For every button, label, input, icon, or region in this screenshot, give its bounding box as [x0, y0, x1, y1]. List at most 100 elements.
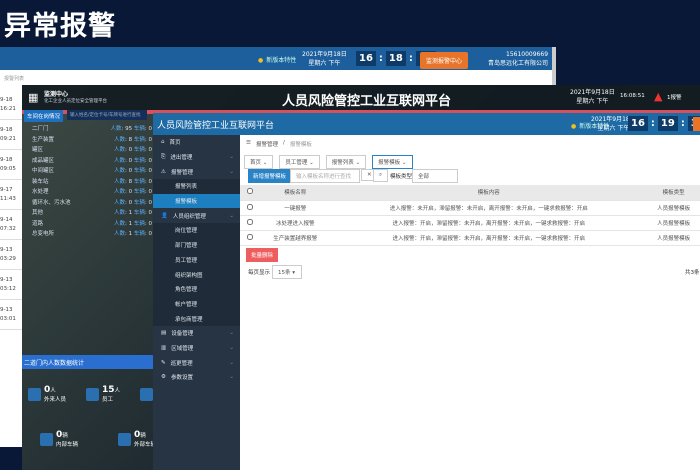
sidebar-item[interactable]: ⌂ 首页 — [153, 135, 240, 150]
chevron-icon: ⌄ — [229, 344, 234, 351]
area-row[interactable]: 生产装置 人数: 8 车辆: 0 — [22, 135, 152, 146]
sidebar-label: 参数设置 — [170, 375, 193, 382]
sidebar-item[interactable]: ▤ 设备管理 ⌄ — [153, 326, 240, 341]
page-size-select[interactable]: 15条 ▾ — [272, 265, 302, 279]
back-breadcrumb: 报警列表 — [4, 76, 25, 82]
area-row[interactable]: 循环水、污水池 人数: 0 车辆: 0 — [22, 198, 152, 209]
row-checkbox[interactable] — [247, 203, 253, 210]
area-row[interactable]: 二厂门 人数: 95 车辆: 0 — [22, 124, 152, 135]
area-row[interactable]: 水处理 人数: 0 车辆: 0 — [22, 187, 152, 198]
date-item[interactable]: 9-18 09:05 — [0, 150, 22, 180]
area-row[interactable]: 道路 人数: 1 车辆: 0 — [22, 219, 152, 230]
car-label: 车辆 — [133, 210, 145, 216]
date-item[interactable]: 9-18 09:21 — [0, 120, 22, 150]
area-name: 成品罐区 — [32, 157, 55, 164]
sidebar-item[interactable]: ▥ 区域管理 ⌄ — [153, 341, 240, 356]
add-template-button[interactable]: 新增报警模板 — [248, 169, 292, 183]
sidebar-item[interactable]: 帐户管理 — [153, 296, 240, 312]
car-label: 车辆 — [133, 136, 145, 143]
sidebar-item[interactable]: 承包商管理 — [153, 311, 240, 326]
grid-icon[interactable]: ▦ — [28, 91, 38, 104]
tab[interactable]: 报警模板 ⌄ — [372, 155, 413, 169]
sidebar-item[interactable]: ⎘ 进出管理 ⌄ — [153, 150, 240, 165]
date-item[interactable]: 9-17 11:43 — [0, 180, 22, 210]
date-item[interactable]: 9-18 16:21 — [0, 90, 22, 120]
sidebar-item[interactable]: 👤 人员组织管理 ⌄ — [153, 208, 240, 223]
row-content: 进入报警：未开启，滞留报警：未开启，离开报警：未开启，一键求救报警：开启 — [330, 200, 648, 216]
area-counts: 人数: 0 车辆: 0 — [114, 168, 152, 174]
person-icon — [140, 387, 154, 401]
area-row[interactable]: 罐区 人数: 0 车辆: 0 — [22, 145, 152, 156]
area-counts: 人数: 8 车辆: 0 — [114, 178, 152, 185]
table-row[interactable]: 一键报警 进入报警：未开启，滞留报警：未开启，离开报警：未开启，一键求救报警：开启… — [240, 200, 700, 216]
sidebar-item[interactable]: 报警模板 — [153, 193, 240, 209]
sidebar-item[interactable]: ⚠ 报警管理 ⌄ — [153, 164, 240, 179]
total-count: 共3条 — [685, 270, 700, 276]
version-link[interactable]: 新版本特性 — [258, 55, 296, 64]
area-counts: 人数: 0 车辆: 0 — [114, 189, 153, 195]
menu-toggle-icon[interactable]: ☰ — [246, 140, 251, 148]
area-name: 循环水、污水池 — [32, 199, 71, 206]
row-checkbox[interactable] — [247, 233, 253, 240]
car-label: 车辆 — [133, 168, 145, 174]
row-type: 人员报警模板 — [647, 200, 700, 216]
people-label: 人数 — [114, 210, 126, 216]
area-row[interactable]: 成品罐区 人数: 0 车辆: 0 — [22, 156, 152, 167]
area-name: 中间罐区 — [32, 168, 55, 174]
sidebar-item[interactable]: 岗位管理 — [153, 223, 240, 238]
date-item[interactable]: 9-13 03:01 — [0, 300, 22, 330]
people-count: 1 — [128, 231, 133, 237]
people-count: 1 — [128, 210, 133, 216]
tab[interactable]: 首页 ⌄ — [244, 155, 274, 169]
table-row[interactable]: 冰处理进入报警 进入报警：开启，滞留报警：未开启，离开报警：未开启，一键求救报警：… — [240, 215, 700, 231]
car-label: 车辆 — [133, 157, 145, 164]
center-name: 监测中心 — [44, 91, 69, 98]
sidebar-item[interactable]: 报警列表 — [153, 179, 240, 194]
sidebar-item[interactable]: ⚙ 参数设置 ⌄ — [153, 370, 240, 385]
table-row[interactable]: 生产装置越界报警 进入报警：开启，滞留报警：未开启，离开报警：未开启，一键求救报警… — [240, 230, 700, 246]
people-count: 8 — [128, 178, 133, 185]
area-row[interactable]: 其他 人数: 1 车辆: 0 — [22, 208, 152, 219]
sidebar-item[interactable]: 员工管理 — [153, 252, 240, 268]
search-icon[interactable]: ⌕ — [373, 169, 389, 182]
device-icon: ▤ — [161, 330, 167, 337]
date-item[interactable]: 9-13 03:12 — [0, 270, 22, 300]
select-all-checkbox[interactable] — [247, 188, 253, 195]
type-select[interactable]: 全部 — [412, 169, 458, 183]
area-list: 二厂门 人数: 95 车辆: 0 生产装置 人数: 8 车辆: 0 罐区 人数: 0 车辆… — [22, 124, 152, 240]
vehicle-stat: 0辆 外部车辆 — [118, 430, 156, 448]
date-item[interactable]: 9-13 03:29 — [0, 240, 22, 270]
people-count: 95 — [125, 126, 133, 132]
batch-delete-button[interactable]: 批量删除 — [246, 248, 279, 262]
vehicle-icon — [40, 432, 53, 446]
people-count: 0 — [128, 147, 133, 153]
car-count: 0 — [148, 189, 153, 195]
area-row[interactable]: 中间罐区 人数: 0 车辆: 0 — [22, 166, 152, 177]
tab[interactable]: 报警列表 ⌄ — [325, 155, 367, 169]
sidebar-item[interactable]: 角色管理 — [153, 281, 240, 297]
sidebar-item[interactable]: 组织架构图 — [153, 267, 240, 282]
area-row[interactable]: 装车站 人数: 8 车辆: 0 — [22, 177, 152, 188]
people-count: 0 — [128, 199, 133, 206]
tab-bar: 首页 ⌄ 员工管理 ⌄ 报警列表 ⌄ 报警模板 ⌄ — [244, 155, 413, 169]
tab[interactable]: 员工管理 ⌄ — [279, 155, 320, 169]
area-name: 罐区 — [32, 147, 44, 153]
date-item[interactable]: 9-14 07:32 — [0, 210, 22, 240]
workshop-tab[interactable]: 车间在岗情况 — [24, 110, 64, 122]
account-menu[interactable]: 15610009669 青岛思远化工有限公司 — [488, 50, 548, 68]
sidebar-label: 角色管理 — [175, 287, 198, 294]
search-input[interactable]: 输入模板名称进行查找 — [290, 169, 360, 183]
area-row[interactable]: 总变电所 人数: 1 车辆: 0 — [22, 229, 152, 240]
alarm-count[interactable]: 1报警 — [667, 93, 682, 101]
sidebar-item[interactable]: ✎ 巡更管理 ⌄ — [153, 355, 240, 370]
sidebar-item[interactable]: 部门管理 — [153, 237, 240, 253]
area-counts: 人数: 1 车辆: 0 — [114, 220, 152, 227]
alarm-center-button[interactable]: 监测报警中心 — [420, 52, 469, 69]
alarm-center-button-edge[interactable] — [693, 117, 700, 131]
mid-search-input[interactable]: 输入姓名/定位卡号/车牌号进行查找 — [67, 110, 147, 120]
content: ☰ 报警管理 / 报警模板 首页 ⌄ 员工管理 ⌄ 报警列表 ⌄ 报警模板 ⌄ 新增报警模板… — [240, 135, 700, 470]
chevron-icon: ⌄ — [229, 212, 234, 219]
platform-title: 人员风险管控工业互联网平台 — [282, 94, 452, 109]
row-checkbox[interactable] — [247, 218, 253, 225]
area-icon: ▥ — [161, 344, 167, 351]
